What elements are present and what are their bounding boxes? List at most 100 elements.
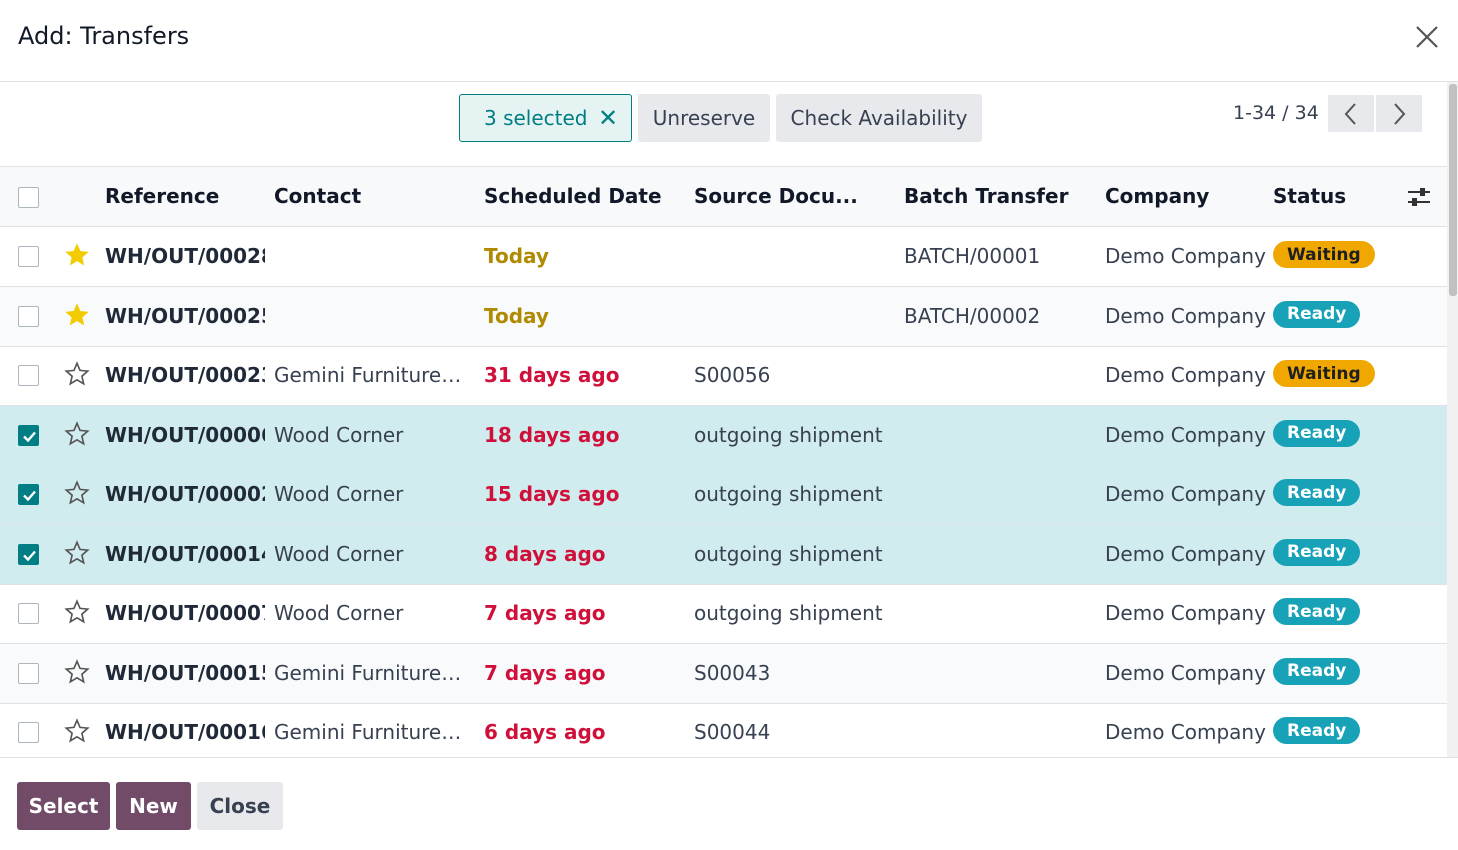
cell-company: Demo Company: [1105, 422, 1266, 447]
status-badge: Ready: [1273, 657, 1361, 685]
unreserve-button[interactable]: Unreserve: [638, 94, 770, 142]
cell-company: Demo Company: [1105, 244, 1266, 268]
cell-contact: Gemini Furniture, ...: [274, 660, 466, 685]
cell-contact: Gemini Furniture, ...: [274, 363, 466, 387]
cell-contact: Wood Corner: [274, 541, 404, 566]
selection-chip: 3 selected ✕: [459, 94, 632, 142]
pager-value[interactable]: 1-34 / 34: [1233, 102, 1319, 124]
table-row[interactable]: WH/OUT/00002 Wood Corner 15 days ago outgoi…: [0, 465, 1447, 525]
table-row[interactable]: WH/OUT/00007 Wood Corner 7 days ago outgoin…: [0, 584, 1447, 644]
star-icon[interactable]: [63, 479, 91, 507]
sliders-icon[interactable]: [1406, 185, 1432, 209]
row-checkbox[interactable]: [18, 543, 39, 565]
star-icon[interactable]: [63, 360, 91, 388]
cell-scheduled-date: 31 days ago: [484, 363, 620, 387]
clear-selection-icon[interactable]: ✕: [598, 104, 618, 132]
column-header-company[interactable]: Company: [1105, 184, 1209, 208]
table-row[interactable]: WH/OUT/00016 Gemini Furniture, ... 6 days …: [0, 703, 1447, 757]
cell-reference: WH/OUT/00025: [105, 303, 265, 328]
cell-source-document: outgoing shipment: [694, 541, 883, 566]
toolbar: 3 selected ✕ Unreserve Check Availabilit…: [0, 82, 1447, 167]
new-button[interactable]: New: [116, 782, 191, 830]
cell-source-document: outgoing shipment: [694, 482, 883, 506]
status-badge: Waiting: [1273, 360, 1375, 387]
cell-reference: WH/OUT/00028: [105, 244, 265, 268]
status-badge: Ready: [1273, 419, 1361, 447]
cell-contact: Wood Corner: [274, 601, 404, 625]
selected-count: 3 selected: [484, 106, 588, 130]
column-header-status[interactable]: Status: [1273, 184, 1346, 208]
cell-reference: WH/OUT/00006: [105, 422, 265, 447]
cell-reference: WH/OUT/00007: [105, 601, 265, 625]
cell-company: Demo Company: [1105, 601, 1266, 625]
star-icon[interactable]: [63, 420, 91, 448]
cell-source-document: outgoing shipment: [694, 422, 883, 447]
status-badge: Ready: [1273, 538, 1361, 566]
row-checkbox[interactable]: [18, 365, 39, 386]
cell-source-document: S00056: [694, 363, 771, 387]
row-checkbox[interactable]: [18, 603, 39, 624]
status-badge: Ready: [1273, 598, 1361, 625]
cell-scheduled-date: Today: [484, 244, 549, 268]
star-icon[interactable]: [63, 241, 91, 269]
pager-previous-button[interactable]: [1328, 95, 1374, 132]
table-row[interactable]: WH/OUT/00025 Today BATCH/00002 Demo Company…: [0, 286, 1447, 347]
dialog-title: Add: Transfers: [18, 22, 190, 50]
cell-reference: WH/OUT/00014: [105, 541, 265, 566]
star-icon[interactable]: [63, 539, 91, 567]
column-header-batch-transfer[interactable]: Batch Transfer: [904, 184, 1068, 208]
select-button[interactable]: Select: [17, 782, 110, 830]
cell-reference: WH/OUT/00023: [105, 363, 265, 387]
column-header-source-document[interactable]: Source Docu...: [694, 184, 858, 208]
status-badge: Ready: [1273, 479, 1361, 506]
cell-source-document: S00044: [694, 720, 771, 744]
table-row[interactable]: WH/OUT/00014 Wood Corner 8 days ago outgoin…: [0, 524, 1447, 585]
cell-company: Demo Company: [1105, 303, 1266, 328]
column-header-scheduled-date[interactable]: Scheduled Date: [484, 184, 662, 208]
star-icon[interactable]: [63, 301, 91, 329]
transfers-table: Reference Contact Scheduled Date Source …: [0, 167, 1447, 757]
table-row[interactable]: WH/OUT/00023 Gemini Furniture, ... 31 days…: [0, 346, 1447, 406]
cell-scheduled-date: Today: [484, 303, 549, 328]
cell-contact: Wood Corner: [274, 482, 404, 506]
row-checkbox[interactable]: [18, 662, 39, 684]
table-row[interactable]: WH/OUT/00015 Gemini Furniture, ... 7 days …: [0, 643, 1447, 704]
table-row[interactable]: WH/OUT/00006 Wood Corner 18 days ago outgoi…: [0, 405, 1447, 466]
chevron-right-icon: [1394, 102, 1406, 125]
scrollbar-thumb[interactable]: [1449, 84, 1457, 296]
pager-next-button[interactable]: [1376, 95, 1422, 132]
check-availability-button[interactable]: Check Availability: [776, 94, 982, 142]
row-checkbox[interactable]: [18, 424, 39, 446]
cell-company: Demo Company: [1105, 720, 1266, 744]
dialog-footer: Select New Close: [0, 757, 1458, 850]
cell-company: Demo Company: [1105, 660, 1266, 685]
cell-scheduled-date: 8 days ago: [484, 541, 606, 566]
cell-source-document: S00043: [694, 660, 771, 685]
table-row[interactable]: WH/OUT/00028 Today BATCH/00001 Demo Company…: [0, 227, 1447, 287]
close-icon[interactable]: [1412, 22, 1442, 52]
cell-company: Demo Company: [1105, 541, 1266, 566]
cell-reference: WH/OUT/00002: [105, 482, 265, 506]
cell-scheduled-date: 7 days ago: [484, 601, 606, 625]
star-icon[interactable]: [63, 717, 91, 745]
status-badge: Ready: [1273, 717, 1361, 744]
row-checkbox[interactable]: [18, 722, 39, 743]
status-badge: Waiting: [1273, 241, 1375, 268]
select-all-checkbox[interactable]: [18, 187, 39, 208]
column-header-contact[interactable]: Contact: [274, 184, 361, 208]
status-badge: Ready: [1273, 300, 1361, 328]
star-icon[interactable]: [63, 598, 91, 626]
cell-reference: WH/OUT/00015: [105, 660, 265, 685]
row-checkbox[interactable]: [18, 305, 39, 327]
column-header-reference[interactable]: Reference: [105, 184, 219, 208]
cell-scheduled-date: 7 days ago: [484, 660, 606, 685]
cell-batch-transfer: BATCH/00001: [904, 244, 1041, 268]
star-icon[interactable]: [63, 658, 91, 686]
close-button[interactable]: Close: [197, 782, 283, 830]
row-checkbox[interactable]: [18, 246, 39, 267]
cell-company: Demo Company: [1105, 363, 1266, 387]
dialog-header: Add: Transfers: [0, 0, 1458, 82]
row-checkbox[interactable]: [18, 484, 39, 505]
cell-reference: WH/OUT/00016: [105, 720, 265, 744]
cell-source-document: outgoing shipment: [694, 601, 883, 625]
